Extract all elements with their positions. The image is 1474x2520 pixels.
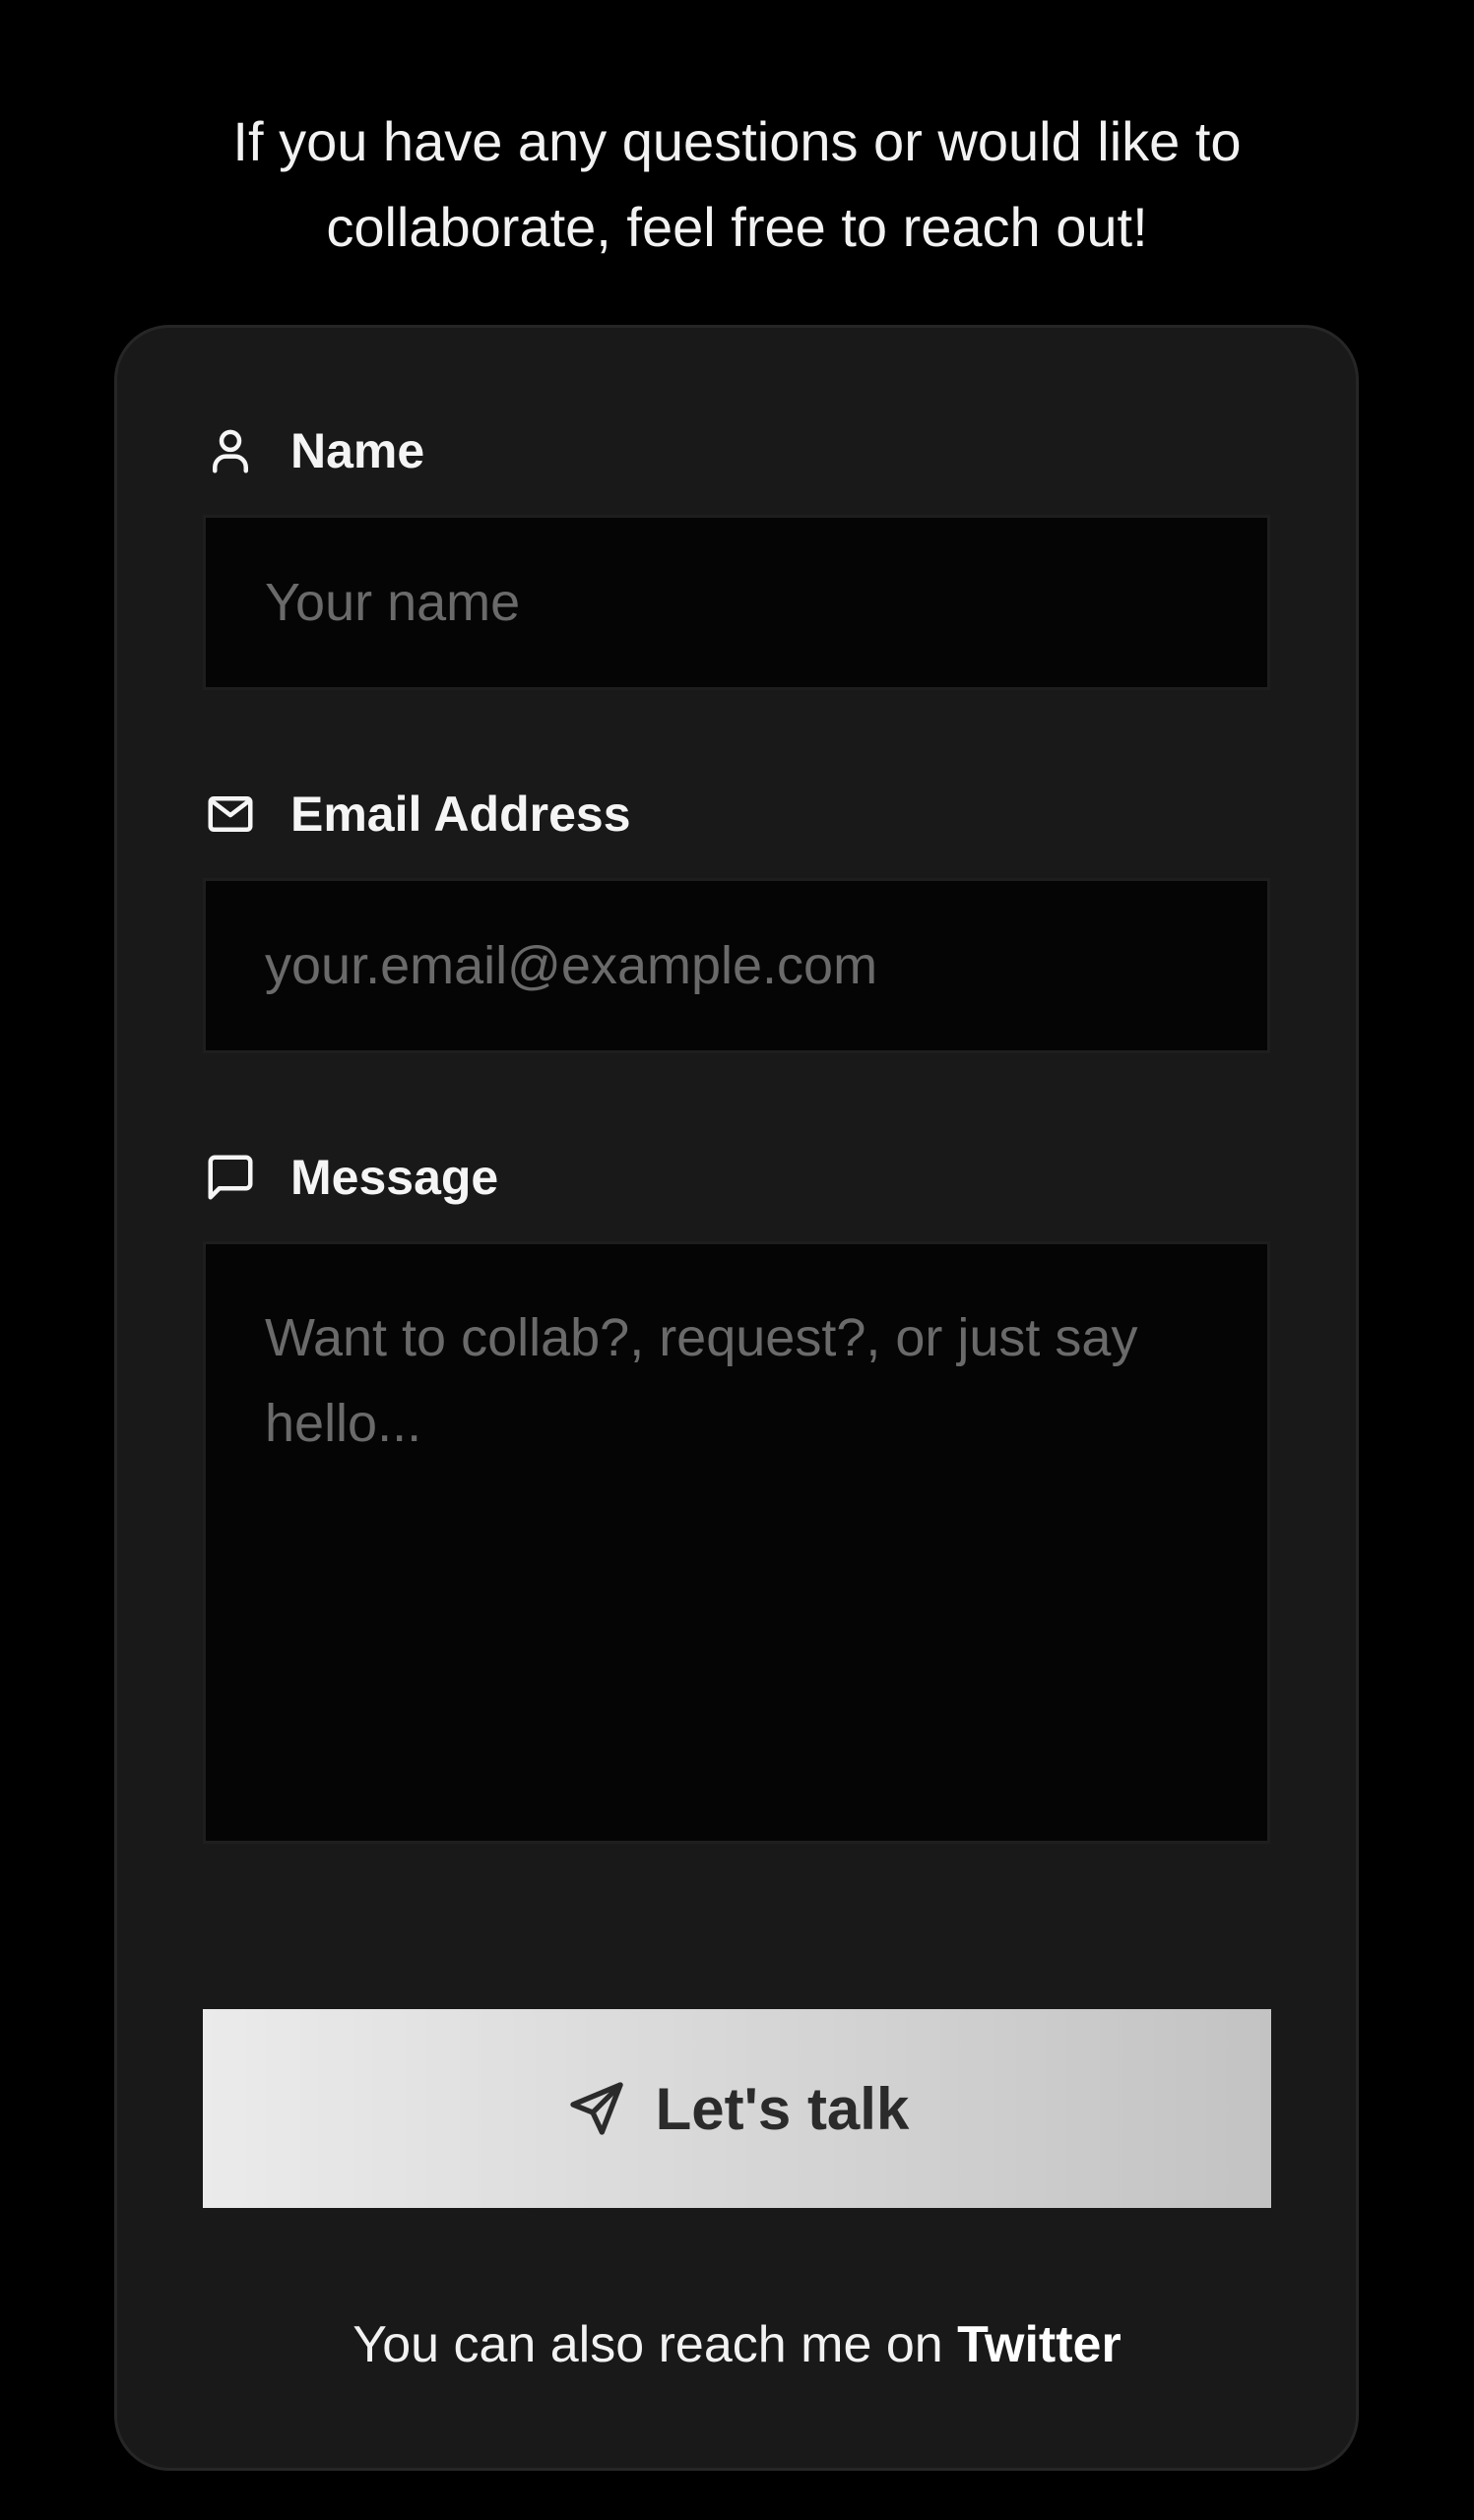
footer-note-text: You can also reach me on	[352, 2316, 958, 2373]
message-textarea[interactable]	[203, 1241, 1270, 1844]
user-icon	[202, 422, 259, 479]
mail-icon	[202, 786, 259, 843]
email-input[interactable]	[203, 878, 1270, 1053]
email-label: Email Address	[202, 785, 631, 844]
email-label-text: Email Address	[290, 787, 631, 842]
footer-note: You can also reach me on Twitter	[0, 2315, 1474, 2374]
message-label: Message	[202, 1148, 498, 1207]
name-label-text: Name	[290, 423, 425, 478]
message-square-icon	[202, 1149, 259, 1206]
intro-text: If you have any questions or would like …	[0, 98, 1474, 270]
intro-line-2: collaborate, feel free to reach out!	[326, 196, 1148, 258]
send-icon	[565, 2077, 628, 2140]
lets-talk-button[interactable]: Let's talk	[203, 2009, 1271, 2208]
lets-talk-label: Let's talk	[655, 2075, 910, 2142]
message-label-text: Message	[290, 1150, 499, 1205]
twitter-link[interactable]: Twitter	[957, 2316, 1122, 2373]
name-input[interactable]	[203, 515, 1270, 690]
name-label: Name	[202, 421, 424, 480]
intro-line-1: If you have any questions or would like …	[232, 110, 1242, 172]
